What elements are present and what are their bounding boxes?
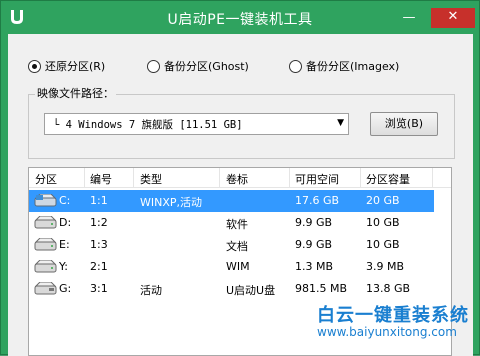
table-header: 分区 编号 类型 卷标 可用空间 分区容量 [29,168,451,188]
partition-cell: C: [59,194,71,207]
label-cell: 软件 [226,218,248,231]
close-button[interactable]: ✕ [431,8,475,28]
capacity-cell: 10 GB [366,216,400,229]
label-cell: U启动U盘 [226,284,276,297]
table-row[interactable]: D: 1:2 软件 9.9 GB 10 GB [29,212,451,234]
hard-drive-icon [34,238,57,251]
number-cell: 3:1 [90,282,108,295]
table-row[interactable]: C: 1:1 WINXP,活动 17.6 GB 20 GB [29,190,434,212]
number-cell: 1:2 [90,216,108,229]
radio-backup-ghost[interactable]: 备份分区(Ghost) [147,58,249,74]
partition-cell: D: [59,216,72,229]
app-window: U启动PE一键装机工具 — ✕ 还原分区(R) 备份分区(Ghost) 备份分区… [0,0,480,356]
table-row[interactable]: G: 3:1 活动 U启动U盘 981.5 MB 13.8 GB [29,278,451,300]
type-cell: WINXP,活动 [140,196,203,209]
system-drive-icon [34,194,57,207]
number-cell: 1:1 [90,194,108,207]
column-header[interactable]: 分区容量 [366,171,410,187]
column-divider[interactable] [360,168,361,188]
column-divider[interactable] [84,168,85,188]
column-divider[interactable] [289,168,290,188]
free-space-cell: 1.3 MB [295,260,334,273]
capacity-cell: 20 GB [366,194,400,207]
free-space-cell: 9.9 GB [295,238,333,251]
capacity-cell: 10 GB [366,238,400,251]
number-cell: 1:3 [90,238,108,251]
column-header[interactable]: 分区 [35,171,57,187]
hard-drive-icon [34,216,57,229]
partition-cell: Y: [59,260,68,273]
radio-backup-imagex[interactable]: 备份分区(Imagex) [289,58,399,74]
hard-drive-icon [34,260,57,273]
label-cell: 文档 [226,240,248,253]
title-bar[interactable]: U启动PE一键装机工具 — ✕ [1,1,479,34]
column-divider[interactable] [133,168,134,188]
table-row[interactable]: Y: 2:1 WIM 1.3 MB 3.9 MB [29,256,451,278]
radio-button[interactable] [147,59,160,73]
usb-drive-icon [34,282,57,295]
image-file-value: └ 4 Windows 7 旗舰版 [11.51 GB] [53,119,243,131]
partition-cell: G: [59,282,72,295]
column-header[interactable]: 可用空间 [295,171,339,187]
browse-button[interactable]: 浏览(B) [370,112,438,136]
table-row[interactable]: E: 1:3 文档 9.9 GB 10 GB [29,234,451,256]
column-header[interactable]: 卷标 [226,171,248,187]
column-header[interactable]: 编号 [90,171,112,187]
partition-table: 分区 编号 类型 卷标 可用空间 分区容量 C: 1:1 WINXP,活动 17… [28,167,452,356]
chevron-down-icon[interactable]: ▼ [337,118,344,128]
image-file-dropdown[interactable]: └ 4 Windows 7 旗舰版 [11.51 GB] ▼ [44,113,349,135]
number-cell: 2:1 [90,260,108,273]
free-space-cell: 17.6 GB [295,194,340,207]
capacity-cell: 3.9 MB [366,260,405,273]
radio-button[interactable] [289,59,302,73]
radio-label: 备份分区(Imagex) [306,60,400,73]
free-space-cell: 981.5 MB [295,282,348,295]
partition-cell: E: [59,238,70,251]
type-cell: 活动 [140,284,162,297]
radio-restore-partition[interactable]: 还原分区(R) [28,58,105,74]
column-divider[interactable] [432,168,433,188]
label-cell: WIM [226,260,250,273]
radio-label: 备份分区(Ghost) [164,60,249,73]
image-path-label: 映像文件路径： [35,85,116,101]
minimize-button[interactable]: — [396,9,422,27]
capacity-cell: 13.8 GB [366,282,411,295]
main-panel: 还原分区(R) 备份分区(Ghost) 备份分区(Imagex) 映像文件路径：… [8,34,473,356]
column-divider[interactable] [219,168,220,188]
radio-button[interactable] [28,59,41,73]
column-header[interactable]: 类型 [140,171,162,187]
radio-label: 还原分区(R) [45,60,106,73]
free-space-cell: 9.9 GB [295,216,333,229]
